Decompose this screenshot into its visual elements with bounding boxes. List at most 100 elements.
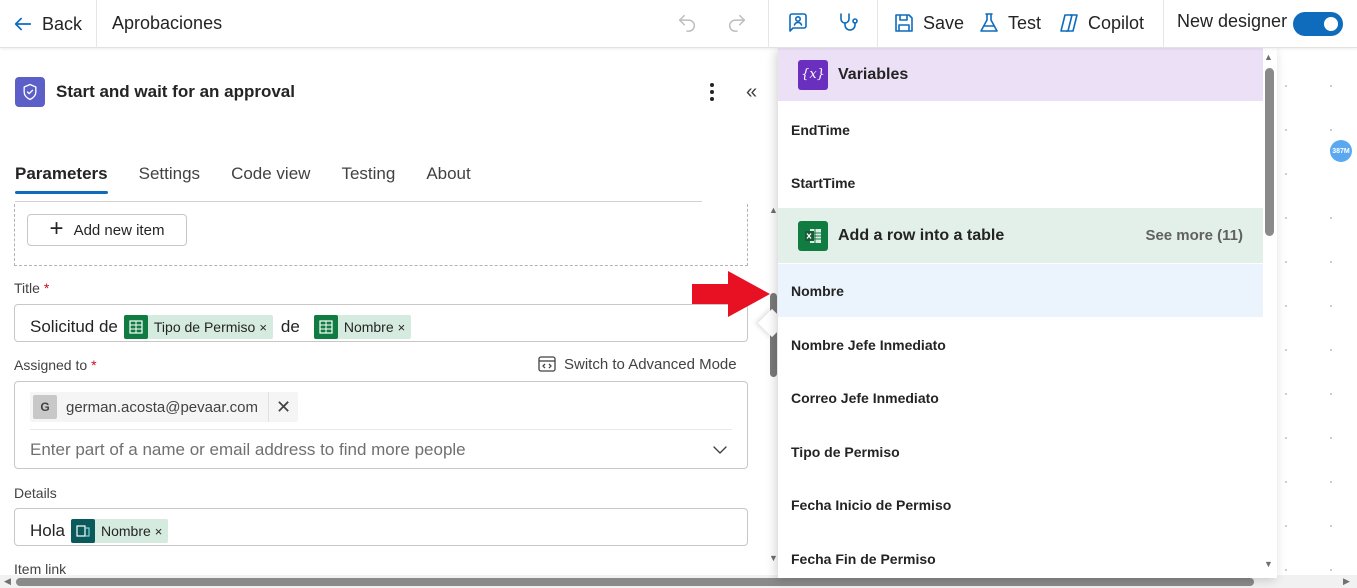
dynamic-token[interactable]: Nombre × (313, 315, 412, 339)
top-bar: Back Aprobaciones Save Test Copilot New … (0, 0, 1357, 48)
horizontal-scroll-thumb[interactable] (16, 578, 1254, 586)
token-remove-icon[interactable]: × (155, 524, 163, 539)
test-button[interactable]: Test (977, 11, 1041, 35)
grid-dot (1285, 173, 1287, 175)
grid-dot (1285, 481, 1287, 483)
token-remove-icon[interactable]: × (398, 320, 406, 335)
list-item[interactable]: EndTime (778, 103, 1263, 156)
list-item[interactable]: Nombre Jefe Inmediato (778, 318, 1263, 371)
list-item[interactable]: Fecha Fin de Permiso (778, 532, 1263, 578)
back-button[interactable]: Back (12, 11, 82, 37)
action-title: Start and wait for an approval (56, 82, 295, 101)
avatar-badge[interactable]: 387M (1330, 140, 1352, 162)
tab-code-view[interactable]: Code view (231, 164, 310, 192)
designer-canvas[interactable] (1277, 49, 1357, 576)
scroll-left-arrow[interactable]: ◀ (4, 576, 11, 587)
grid-dot (1330, 525, 1332, 527)
people-search-input[interactable]: Enter part of a name or email address to… (30, 440, 466, 460)
add-new-item-button[interactable]: + Add new item (27, 214, 187, 246)
see-more-link[interactable]: See more (11) (1145, 227, 1243, 244)
grid-dot (1285, 217, 1287, 219)
advanced-mode-link[interactable]: Switch to Advanced Mode (537, 354, 737, 374)
list-item[interactable]: StartTime (778, 156, 1263, 209)
grid-dot (1285, 261, 1287, 263)
more-options-icon[interactable] (702, 80, 722, 104)
list-item[interactable]: Correo Jefe Inmediato (778, 371, 1263, 424)
scroll-down-arrow[interactable]: ▼ (769, 553, 778, 563)
grid-dot (1285, 525, 1287, 527)
title-label: Title * (14, 280, 50, 296)
details-value: Hola Nombre × (15, 519, 174, 543)
action-panel: Start and wait for an approval « Paramet… (0, 49, 770, 576)
tabs-divider (15, 201, 702, 202)
grid-dot (1285, 349, 1287, 351)
redo-button[interactable] (726, 11, 748, 36)
beaker-icon (980, 13, 998, 32)
person-feedback-icon (789, 13, 807, 32)
excel-icon (313, 315, 338, 339)
grid-dot (1330, 305, 1332, 307)
grid-dot (1330, 85, 1332, 87)
divider (1163, 0, 1164, 48)
dynamic-token[interactable]: Nombre × (70, 519, 169, 543)
health-check-button[interactable] (836, 11, 860, 35)
assignee-email: german.acosta@pevaar.com (66, 398, 258, 416)
person-chip: G german.acosta@pevaar.com ✕ (30, 392, 298, 422)
grid-dot (1285, 85, 1287, 87)
grid-dot (1330, 481, 1332, 483)
assigned-to-label: Assigned to * (14, 357, 97, 373)
tab-parameters[interactable]: Parameters (15, 164, 108, 194)
variables-group-header: {x} Variables (778, 48, 1263, 101)
collapse-panel-icon[interactable]: « (746, 81, 757, 104)
save-label: Save (923, 12, 965, 33)
list-item[interactable]: Fecha Inicio de Permiso (778, 478, 1263, 531)
avatar: G (33, 395, 57, 419)
grid-dot (1285, 437, 1287, 439)
stethoscope-icon (840, 13, 858, 31)
tab-settings[interactable]: Settings (139, 164, 200, 192)
code-window-icon (538, 356, 556, 372)
dynamic-token[interactable]: Tipo de Permiso × (123, 315, 273, 339)
item-link-label: Item link (14, 561, 67, 576)
save-button[interactable]: Save (892, 11, 964, 35)
forms-icon (70, 519, 95, 543)
remove-person-icon[interactable]: ✕ (268, 392, 298, 422)
grid-dot (1330, 569, 1332, 571)
divider (30, 429, 732, 430)
token-remove-icon[interactable]: × (259, 320, 267, 335)
variables-icon: {x} (798, 59, 828, 90)
grid-dot (1330, 129, 1332, 131)
flow-checker-button[interactable] (786, 11, 810, 35)
back-label: Back (42, 13, 83, 34)
title-value: Solicitud de Tipo de Permiso × de Nombre… (15, 315, 417, 339)
scroll-up-arrow[interactable]: ▲ (769, 205, 778, 215)
scroll-down-arrow[interactable]: ▼ (1264, 559, 1273, 569)
tab-testing[interactable]: Testing (341, 164, 395, 192)
divider (768, 0, 769, 48)
grid-dot (1285, 129, 1287, 131)
list-item[interactable]: Nombre (778, 264, 1263, 317)
excel-group-header: Add a row into a table See more (11) (778, 208, 1263, 263)
divider (96, 0, 97, 48)
copilot-button[interactable]: Copilot (1057, 11, 1144, 35)
save-icon (895, 14, 913, 32)
undo-button[interactable] (676, 11, 698, 36)
grid-dot (1330, 261, 1332, 263)
tab-about[interactable]: About (426, 164, 470, 192)
chevron-down-icon[interactable] (711, 441, 729, 459)
excel-icon (123, 315, 148, 339)
grid-dot (1285, 305, 1287, 307)
add-item-label: Add new item (73, 221, 165, 239)
flow-name: Aprobaciones (112, 13, 223, 33)
approval-icon (15, 77, 45, 107)
scroll-right-arrow[interactable]: ▶ (1343, 576, 1350, 587)
excel-icon (798, 220, 828, 251)
list-item[interactable]: Tipo de Permiso (778, 425, 1263, 478)
dropdown-scrollbar[interactable] (1265, 68, 1274, 236)
redo-icon (729, 14, 746, 32)
plus-icon: + (49, 215, 64, 242)
grid-dot (1330, 349, 1332, 351)
scroll-up-arrow[interactable]: ▲ (1264, 52, 1273, 62)
grid-dot (1330, 217, 1332, 219)
new-designer-toggle[interactable] (1293, 12, 1343, 36)
